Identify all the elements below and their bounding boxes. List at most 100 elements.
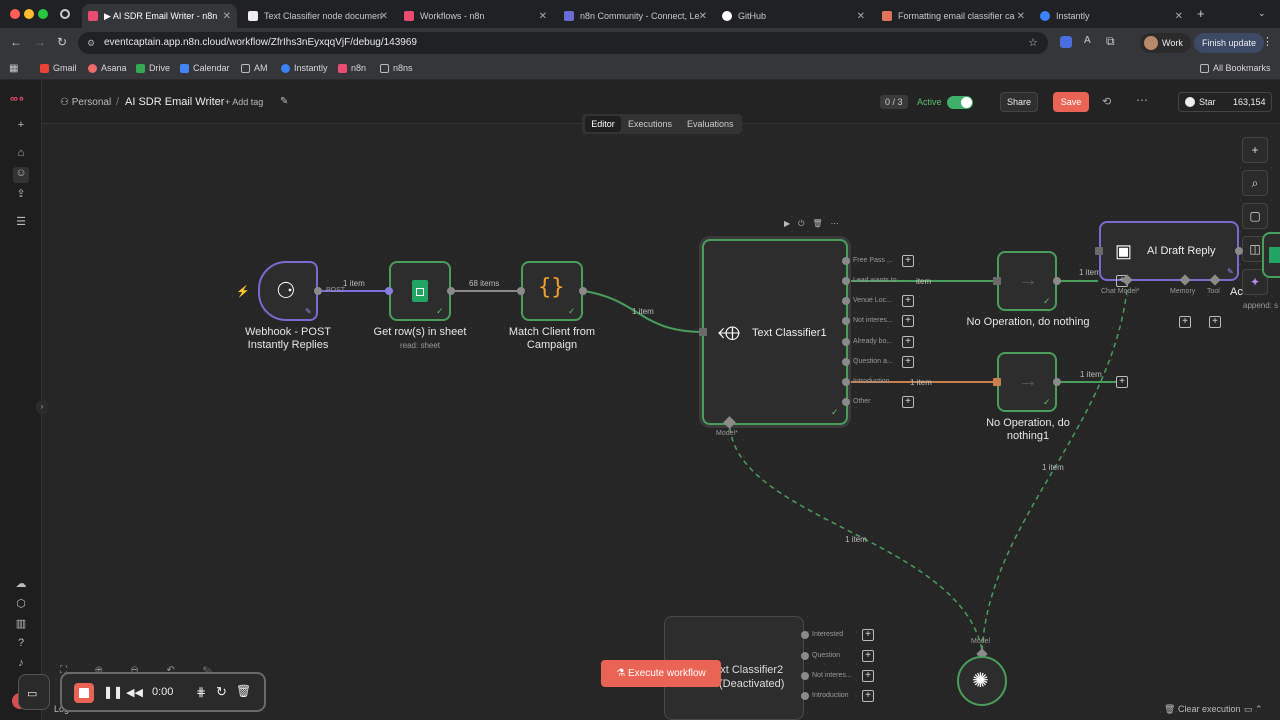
share-out-icon[interactable]: ⇪ [13, 187, 29, 203]
tab-evaluations[interactable]: Evaluations [687, 116, 734, 132]
noop2-title-line2: nothing1 [1006, 430, 1050, 442]
add-connection-button[interactable]: + [862, 670, 874, 682]
code-output-handle[interactable] [579, 287, 587, 295]
execute-workflow-button[interactable]: ⚗ Execute workflow [601, 660, 721, 687]
output-handle[interactable] [842, 378, 850, 386]
pause-icon[interactable]: ❚❚ [103, 685, 123, 699]
add-icon[interactable]: + [13, 119, 29, 135]
sheet-output-handle[interactable] [447, 287, 455, 295]
webhook-node[interactable]: ⚆ ✎ [258, 261, 318, 321]
clear-execution-button[interactable]: 🗑 Clear execution [1164, 704, 1240, 715]
add-connection-button[interactable]: + [862, 650, 874, 662]
google-sheets-node[interactable]: ✓ [389, 261, 451, 321]
active-toggle[interactable] [947, 96, 973, 109]
add-connection-button[interactable]: + [902, 255, 914, 267]
output-handle[interactable] [842, 398, 850, 406]
tab-editor[interactable]: Editor [585, 116, 621, 132]
sticky-note-icon[interactable]: ▢ [1242, 203, 1268, 229]
cloud-icon[interactable]: ☁ [13, 577, 29, 593]
agent-output-handle[interactable] [1235, 247, 1243, 255]
add-memory-button[interactable]: + [1179, 316, 1191, 328]
more-menu-icon[interactable]: ⋯ [1136, 93, 1148, 107]
output-handle[interactable] [801, 631, 809, 639]
sheet-node-subtitle: read: sheet [399, 341, 441, 350]
discard-trash-icon[interactable]: 🗑 [236, 684, 251, 698]
output-handle[interactable] [801, 652, 809, 660]
help-icon[interactable]: ? [13, 637, 29, 653]
share-button[interactable]: Share [1000, 92, 1038, 112]
add-tag-button[interactable]: + Add tag [225, 97, 263, 107]
output-handle[interactable] [801, 692, 809, 700]
logs-panel-toggle-icon[interactable]: ▭ ⌃ [1244, 704, 1263, 715]
webhook-output-handle[interactable] [314, 287, 322, 295]
screen-recorder-bar: ❚❚ ◀◀ 0:00 ⋕ ↻ 🗑 [60, 672, 266, 712]
output-handle[interactable] [842, 338, 850, 346]
ai-agent-node[interactable]: ▣ AI Draft Reply ✎ [1099, 221, 1239, 281]
arrow-right-icon: → [1018, 269, 1038, 291]
sheet-grid [416, 288, 424, 296]
add-connection-button[interactable]: + [902, 396, 914, 408]
notifications-bell-icon[interactable]: ♪ [13, 657, 29, 673]
output-label: Interested [812, 631, 844, 638]
code-node[interactable]: {} ✓ [521, 261, 583, 321]
templates-icon[interactable]: ⬡ [13, 597, 29, 613]
history-icon[interactable]: ⟲ [1102, 95, 1111, 108]
noop1-output-handle[interactable] [1053, 378, 1061, 386]
home-icon[interactable]: ⌂ [13, 147, 29, 163]
output-handle[interactable] [842, 358, 850, 366]
output-handle[interactable] [842, 297, 850, 305]
openai-icon: ✺ [972, 670, 989, 692]
layers-icon[interactable]: ☰ [13, 215, 29, 231]
edit-icon[interactable]: ✎ [280, 96, 288, 107]
github-star-button[interactable]: Star 163,154 [1178, 92, 1272, 112]
noop-node-title: No Operation, do nothing [966, 316, 1090, 328]
add-connection-button[interactable]: + [902, 315, 914, 327]
text-classifier-node[interactable]: ⬲ Text Classifier1 ✓ [702, 239, 848, 425]
partial-node-subtitle: append: s [1243, 301, 1279, 310]
add-connection-button[interactable]: + [1116, 376, 1128, 388]
add-connection-button[interactable]: + [862, 629, 874, 641]
agent-input-handle[interactable] [1095, 247, 1103, 255]
add-connection-button[interactable]: + [862, 690, 874, 702]
add-node-icon[interactable]: + [1242, 137, 1268, 163]
noop1-input-handle[interactable] [993, 378, 1001, 386]
noop1-node[interactable]: → ✓ [997, 352, 1057, 412]
grid-icon[interactable]: ⋕ [196, 685, 206, 699]
person-icon: ⚇ [60, 97, 72, 108]
code-node-title: Match Client from Campaign [492, 326, 612, 352]
search-icon[interactable]: ⌕ [1242, 170, 1268, 196]
classifier-input-handle[interactable] [699, 328, 707, 336]
tag-icon: ⬲ [718, 323, 740, 345]
output-handle[interactable] [842, 317, 850, 325]
partial-node-title: Ac [1230, 286, 1243, 298]
output-label: Question [812, 652, 841, 659]
noop-output-handle[interactable] [1053, 277, 1061, 285]
workflow-name[interactable]: AI SDR Email Writer [125, 96, 224, 108]
sheet-input-handle[interactable] [385, 287, 393, 295]
breadcrumb[interactable]: ⚇ Personal [60, 97, 111, 108]
code-input-handle[interactable] [517, 287, 525, 295]
add-connection-button[interactable]: + [902, 336, 914, 348]
openai-model-node[interactable]: ✺ [957, 656, 1007, 706]
webhook-port-label: POST [326, 287, 346, 294]
rewind-icon[interactable]: ◀◀ [126, 686, 143, 699]
add-tool-button[interactable]: + [1209, 316, 1221, 328]
tab-executions[interactable]: Executions [628, 116, 672, 132]
noop-input-handle[interactable] [993, 277, 1001, 285]
restart-icon[interactable]: ↻ [216, 684, 227, 700]
user-icon[interactable]: ☺ [13, 167, 29, 183]
stop-recording-button[interactable] [74, 683, 94, 703]
noop-node[interactable]: → ✓ [997, 251, 1057, 311]
node-hover-toolbar[interactable]: ▶⏻🗑⋯ [784, 219, 847, 229]
output-handle[interactable] [801, 672, 809, 680]
expand-sidebar-chevron-icon[interactable]: › [36, 400, 48, 414]
output-handle[interactable] [842, 257, 850, 265]
add-connection-button[interactable]: + [902, 295, 914, 307]
recorder-camera-button[interactable]: ▭ [18, 674, 50, 710]
insights-chart-icon[interactable]: ▥ [13, 617, 29, 633]
partial-sheets-node[interactable] [1262, 232, 1280, 278]
save-button[interactable]: Save [1053, 92, 1089, 112]
output-handle[interactable] [842, 277, 850, 285]
add-connection-button[interactable]: + [902, 356, 914, 368]
n8n-logo-icon[interactable]: ∞∘ [10, 92, 25, 105]
